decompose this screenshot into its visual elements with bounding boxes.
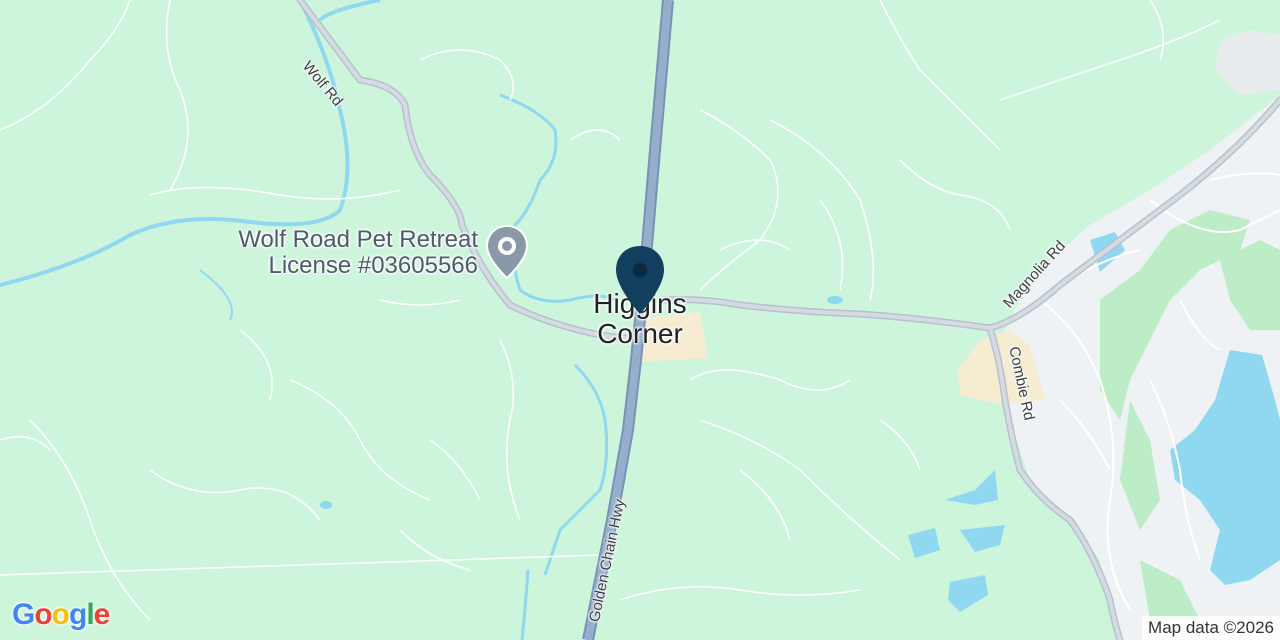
pond: [827, 296, 843, 304]
place-name-line2: Corner: [597, 318, 683, 349]
pin-poi-icon[interactable]: [485, 224, 529, 280]
poi-name-line2: License #03605566: [268, 252, 478, 279]
poi-label[interactable]: Wolf Road Pet Retreat License #03605566: [238, 227, 478, 279]
map-attribution[interactable]: Map data ©2026: [1142, 616, 1280, 640]
poi-name-line1: Wolf Road Pet Retreat: [238, 226, 478, 253]
google-logo[interactable]: Google: [12, 598, 110, 632]
location-pin-icon[interactable]: [613, 244, 667, 316]
pond: [320, 501, 332, 509]
map-view[interactable]: Wolf Rd Magnolia Rd Combie Rd Golden Cha…: [0, 0, 1280, 640]
